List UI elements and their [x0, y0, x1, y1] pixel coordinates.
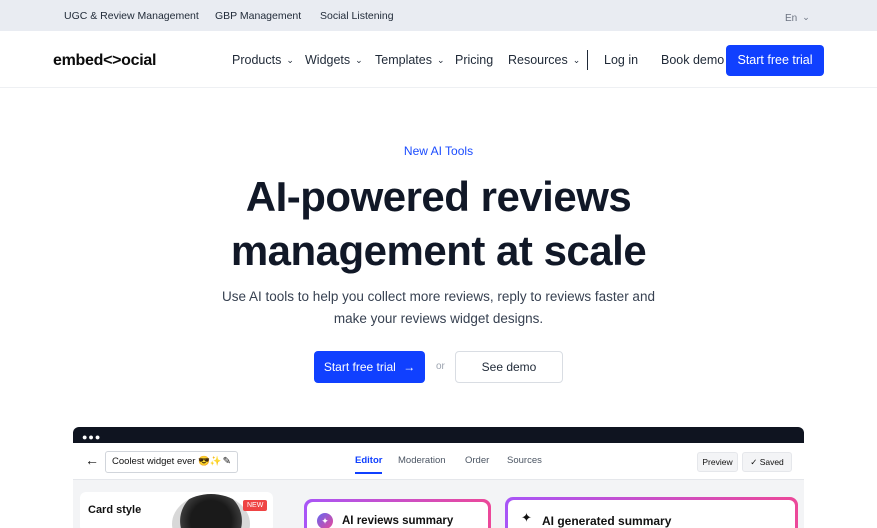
nav-templates-label: Templates	[375, 53, 432, 67]
hero-cta-label: Start free trial	[323, 360, 396, 374]
top-utility-bar: UGC & Review Management GBP Management S…	[0, 0, 877, 31]
tab-sources[interactable]: Sources	[507, 455, 542, 466]
logo[interactable]: embed<>ocial	[53, 52, 156, 70]
topbar-link-gbp[interactable]: GBP Management	[215, 10, 301, 22]
ai-reviews-summary-card-inner: ✦ AI reviews summary	[307, 502, 488, 528]
chevron-down-icon: ⌄	[436, 55, 445, 65]
nav-item-pricing[interactable]: Pricing	[455, 53, 493, 67]
ai-generated-summary-title: AI generated summary	[542, 514, 672, 528]
editor-toolbar: ← Coolest widget ever 😎✨ ✎ Editor Modera…	[73, 443, 804, 480]
pencil-icon[interactable]: ✎	[223, 452, 231, 472]
nav-item-widgets[interactable]: Widgets ⌄	[305, 53, 363, 67]
ai-generated-summary-card-inner: ✦ AI generated summary	[508, 500, 795, 528]
topbar-link-ugc[interactable]: UGC & Review Management	[64, 10, 199, 22]
chevron-down-icon: ⌄	[572, 55, 581, 65]
card-style-title: Card style	[88, 504, 142, 516]
chevron-down-icon: ⌄	[286, 55, 294, 65]
ai-reviews-summary-title: AI reviews summary	[342, 515, 454, 527]
nav-widgets-label: Widgets	[305, 53, 351, 67]
avatar	[172, 494, 250, 528]
start-free-trial-button[interactable]: Start free trial	[726, 45, 824, 76]
ai-generated-summary-card[interactable]: ✦ AI generated summary	[505, 497, 798, 528]
nav-item-products[interactable]: Products ⌄	[232, 53, 294, 67]
tab-editor[interactable]: Editor	[355, 455, 383, 474]
nav-divider	[587, 50, 588, 70]
hero-subtitle-line-2: make your reviews widget designs.	[333, 311, 544, 326]
hero-title-line-1: AI-powered reviews	[245, 173, 632, 220]
tab-order[interactable]: Order	[465, 455, 489, 466]
widget-name-field[interactable]: Coolest widget ever 😎✨ ✎	[105, 451, 238, 473]
hero-eyebrow[interactable]: New AI Tools	[0, 144, 877, 158]
language-selector[interactable]: En ⌄	[785, 12, 810, 24]
hero-start-free-trial-button[interactable]: Start free trial →	[314, 351, 425, 383]
card-style-panel[interactable]: Card style NEW	[80, 492, 273, 528]
topbar-link-social-listening[interactable]: Social Listening	[320, 10, 394, 22]
tab-moderation[interactable]: Moderation	[398, 455, 446, 466]
window-dots-icon: ●●●	[82, 432, 102, 442]
or-separator: or	[436, 361, 445, 372]
main-navigation: embed<>ocial Products ⌄ Widgets ⌄ Template…	[0, 31, 877, 88]
nav-products-label: Products	[232, 53, 282, 67]
ai-reviews-summary-card[interactable]: ✦ AI reviews summary	[304, 499, 491, 528]
hero-subtitle-line-1: Use AI tools to help you collect more re…	[222, 289, 655, 304]
sparkle-icon: ✦	[317, 513, 333, 528]
new-badge: NEW	[243, 500, 268, 511]
nav-resources-label: Resources	[508, 53, 568, 67]
language-label: En	[785, 13, 798, 24]
chevron-down-icon: ⌄	[355, 55, 363, 65]
widget-name-value: Coolest widget ever 😎✨	[112, 456, 222, 467]
arrow-right-icon: →	[403, 360, 416, 374]
nav-item-templates[interactable]: Templates ⌄	[375, 53, 445, 67]
saved-button[interactable]: ✓ Saved	[742, 452, 792, 472]
login-link[interactable]: Log in	[604, 53, 638, 67]
hero-title-line-2: management at scale	[230, 227, 647, 274]
mockup-canvas: ← Coolest widget ever 😎✨ ✎ Editor Modera…	[73, 443, 804, 528]
preview-button[interactable]: Preview	[697, 452, 738, 472]
book-demo-link[interactable]: Book demo	[661, 53, 724, 67]
nav-item-resources[interactable]: Resources ⌄	[508, 53, 580, 67]
chevron-down-icon: ⌄	[802, 12, 810, 22]
see-demo-button[interactable]: See demo	[455, 351, 563, 383]
app-mockup: ●●● ← Coolest widget ever 😎✨ ✎ Editor Mo…	[73, 427, 804, 528]
saved-label: Saved	[759, 457, 784, 467]
check-icon: ✓	[750, 457, 758, 467]
sparkle-icon: ✦	[521, 510, 532, 525]
back-arrow-icon[interactable]: ←	[85, 452, 99, 468]
